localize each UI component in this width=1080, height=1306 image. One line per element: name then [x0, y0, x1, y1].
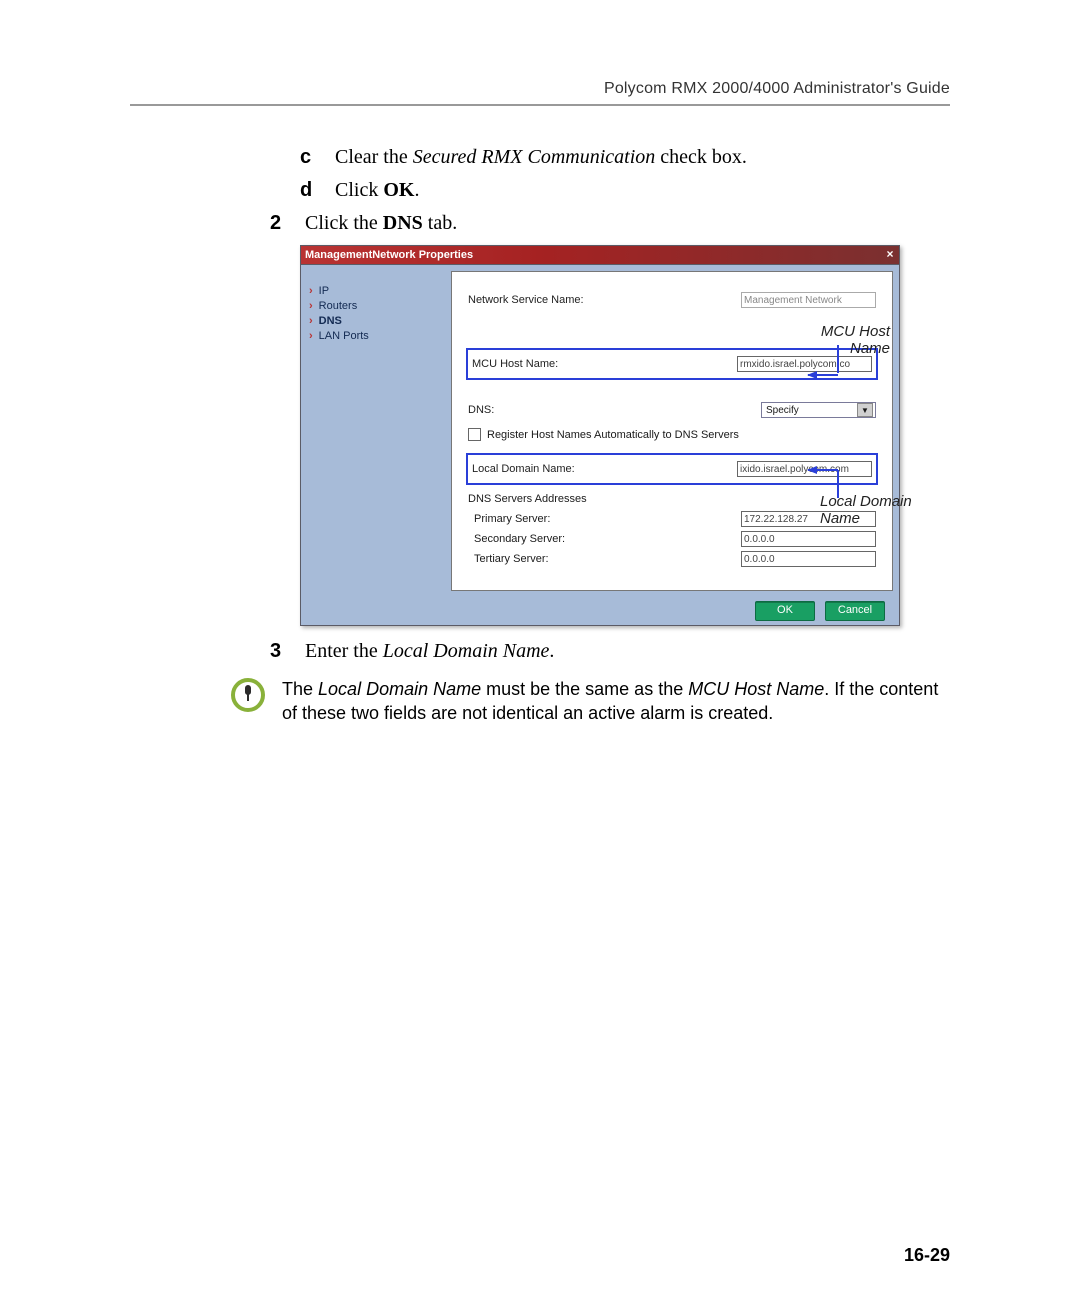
dialog-form: Network Service Name: MCU Host Name: DNS… — [451, 271, 893, 591]
network-service-name-label: Network Service Name: — [468, 294, 741, 306]
dns-select[interactable]: Specify ▼ — [761, 402, 876, 418]
step-d-letter: d — [300, 179, 330, 202]
note-row: The Local Domain Name must be the same a… — [230, 677, 950, 726]
step-d-text1: Click — [335, 179, 383, 201]
arrow-local-domain-vert — [837, 470, 839, 498]
step-2-text1: Click the — [305, 212, 383, 234]
step-c-text1: Clear the — [335, 146, 413, 168]
step-2-bold: DNS — [383, 212, 423, 234]
dns-select-value: Specify — [766, 405, 799, 416]
step-3-italic: Local Domain Name — [383, 640, 550, 662]
step-c: c Clear the Secured RMX Communication ch… — [300, 146, 950, 169]
step-c-italic: Secured RMX Communication — [413, 146, 656, 168]
ok-button[interactable]: OK — [755, 601, 815, 621]
nav-ip[interactable]: IP — [309, 285, 443, 297]
arrow-mcu-host-vert — [837, 345, 839, 373]
tertiary-server-label: Tertiary Server: — [468, 553, 741, 565]
nav-dns[interactable]: DNS — [309, 315, 443, 327]
step-2-number: 2 — [270, 212, 300, 235]
step-2-text2: tab. — [423, 212, 457, 234]
dialog-footer: OK Cancel — [301, 597, 899, 625]
arrow-mcu-host — [808, 374, 838, 376]
mcu-host-name-label: MCU Host Name: — [472, 358, 737, 370]
secondary-server-field[interactable] — [741, 531, 876, 547]
note-t2: must be the same as the — [481, 679, 688, 699]
step-d: d Click OK. — [300, 179, 950, 202]
step-3-number: 3 — [270, 640, 300, 663]
header-rule — [130, 104, 950, 106]
note-i2: MCU Host Name — [688, 679, 824, 699]
cancel-button[interactable]: Cancel — [825, 601, 885, 621]
network-service-name-field — [741, 292, 876, 308]
local-domain-name-field[interactable] — [737, 461, 872, 477]
secondary-server-label: Secondary Server: — [468, 533, 741, 545]
nav-routers[interactable]: Routers — [309, 300, 443, 312]
step-2: 2 Click the DNS tab. — [270, 212, 950, 235]
step-3: 3 Enter the Local Domain Name. — [270, 640, 950, 663]
dns-servers-addresses-label: DNS Servers Addresses — [468, 493, 876, 505]
step-c-letter: c — [300, 146, 330, 169]
dialog-figure: ManagementNetwork Properties × IP Router… — [300, 245, 900, 626]
dns-label: DNS: — [468, 404, 761, 416]
callout-mcu-host: MCU Host Name — [800, 323, 890, 357]
nav-lan-ports[interactable]: LAN Ports — [309, 330, 443, 342]
chevron-down-icon: ▼ — [857, 403, 873, 417]
register-host-label: Register Host Names Automatically to DNS… — [487, 429, 739, 441]
mcu-host-name-field[interactable] — [737, 356, 872, 372]
note-text: The Local Domain Name must be the same a… — [282, 677, 950, 726]
primary-server-label: Primary Server: — [468, 513, 741, 525]
callout-mcu-host-line2: Name — [800, 340, 890, 357]
close-icon[interactable]: × — [883, 248, 897, 262]
step-d-text2: . — [414, 179, 419, 201]
pushpin-icon — [230, 677, 266, 713]
page-number: 16-29 — [904, 1245, 950, 1266]
page-header: Polycom RMX 2000/4000 Administrator's Gu… — [130, 80, 950, 98]
callout-mcu-host-line1: MCU Host — [800, 323, 890, 340]
note-i1: Local Domain Name — [318, 679, 481, 699]
step-c-text2: check box. — [655, 146, 747, 168]
dialog-title: ManagementNetwork Properties — [305, 249, 473, 261]
step-3-text1: Enter the — [305, 640, 383, 662]
callout-local-domain-line2: Name — [820, 510, 930, 527]
arrow-local-domain — [808, 469, 838, 471]
register-host-checkbox[interactable] — [468, 428, 481, 441]
note-t1: The — [282, 679, 318, 699]
local-domain-name-label: Local Domain Name: — [472, 463, 737, 475]
management-network-dialog: ManagementNetwork Properties × IP Router… — [300, 245, 900, 626]
dialog-titlebar: ManagementNetwork Properties × — [301, 246, 899, 265]
step-d-bold: OK — [383, 179, 414, 201]
dialog-nav: IP Routers DNS LAN Ports — [301, 265, 451, 597]
step-3-text2: . — [549, 640, 554, 662]
callout-local-domain: Local Domain Name — [820, 493, 930, 527]
tertiary-server-field[interactable] — [741, 551, 876, 567]
